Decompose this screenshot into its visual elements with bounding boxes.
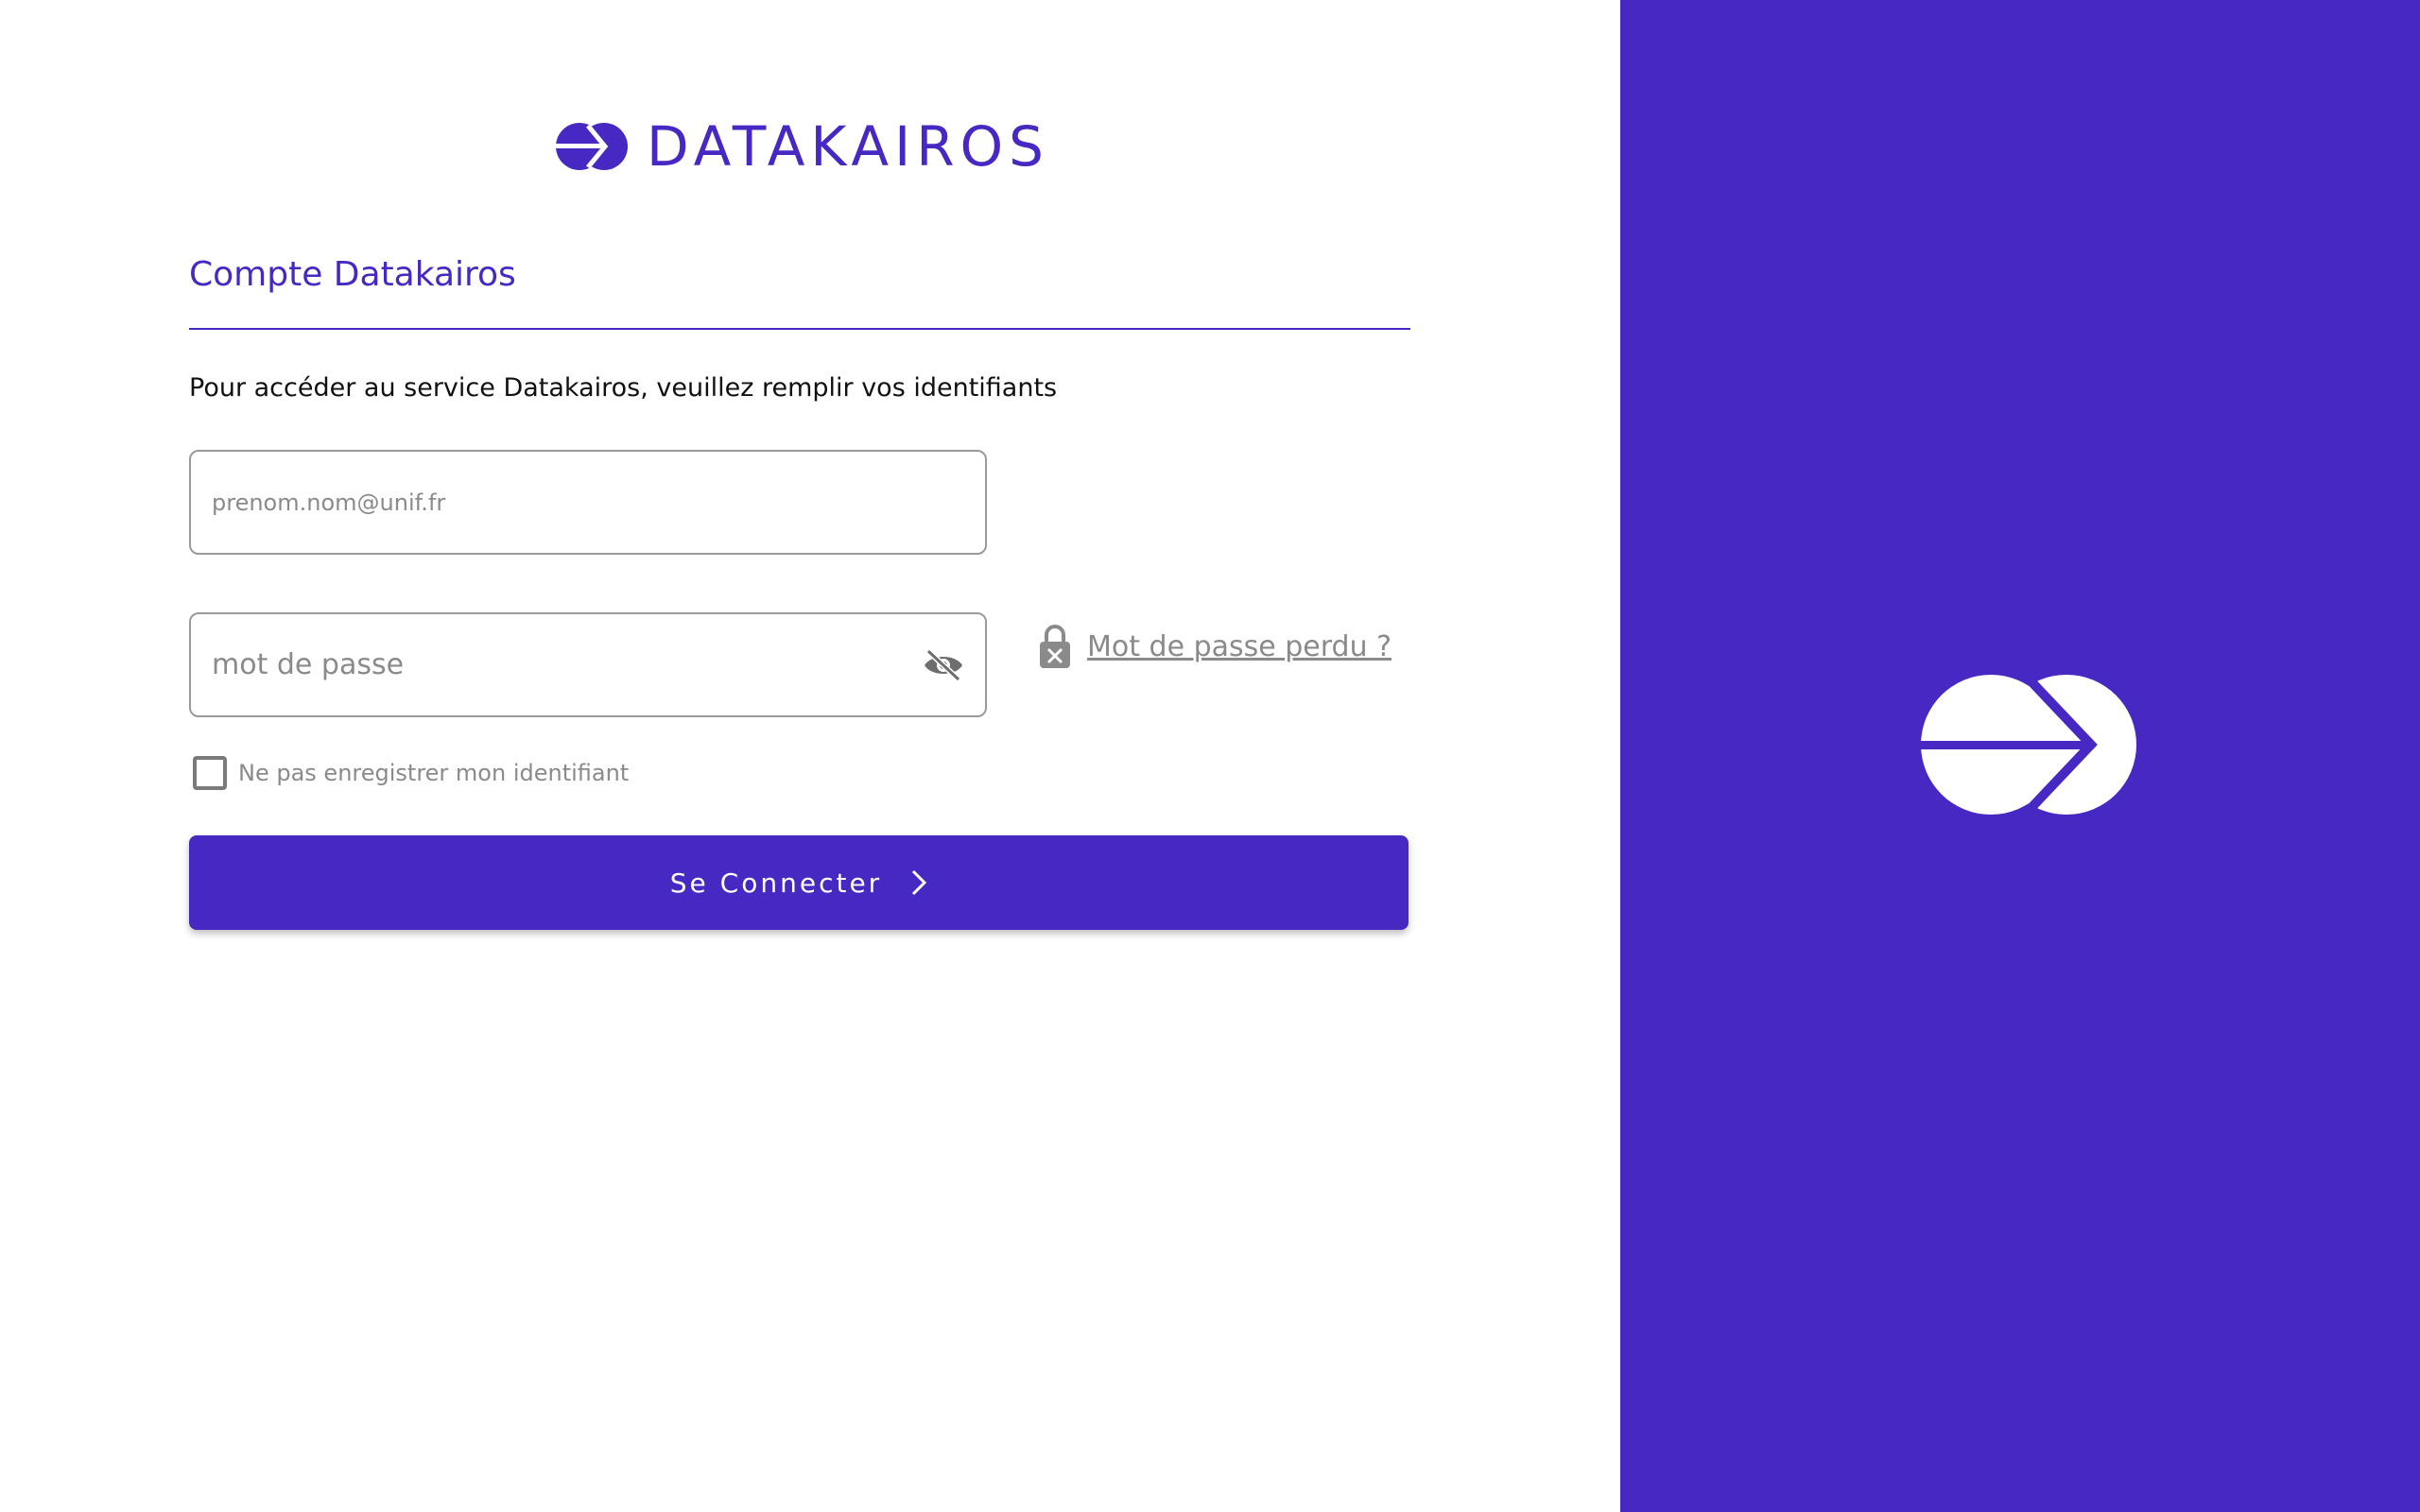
remember-checkbox[interactable] xyxy=(193,756,227,790)
section-divider xyxy=(189,328,1410,330)
connect-button[interactable]: Se Connecter xyxy=(189,835,1409,930)
password-input[interactable] xyxy=(212,648,921,681)
login-panel: DATAKAIROS Compte Datakairos Pour accéde… xyxy=(0,0,1620,1512)
datakairos-large-logo-icon xyxy=(1919,673,2136,816)
forgot-password-link[interactable]: Mot de passe perdu ? xyxy=(1036,620,1392,673)
forgot-password-label[interactable]: Mot de passe perdu ? xyxy=(1087,630,1392,663)
section-title: Compte Datakairos xyxy=(189,255,516,294)
connect-button-label: Se Connecter xyxy=(669,867,883,899)
remember-option: Ne pas enregistrer mon identifiant xyxy=(193,756,629,790)
email-input[interactable] xyxy=(212,489,985,516)
password-field[interactable] xyxy=(189,612,987,717)
chevron-right-icon xyxy=(910,868,927,897)
brand-name: DATAKAIROS xyxy=(647,114,1049,179)
email-field[interactable] xyxy=(189,450,987,555)
intro-text: Pour accéder au service Datakairos, veui… xyxy=(189,373,1058,403)
eye-off-icon[interactable] xyxy=(921,643,966,688)
lock-x-icon xyxy=(1036,622,1074,671)
datakairos-logo-icon xyxy=(556,123,628,170)
brand-logo: DATAKAIROS xyxy=(556,115,1049,178)
remember-label: Ne pas enregistrer mon identifiant xyxy=(238,760,630,786)
